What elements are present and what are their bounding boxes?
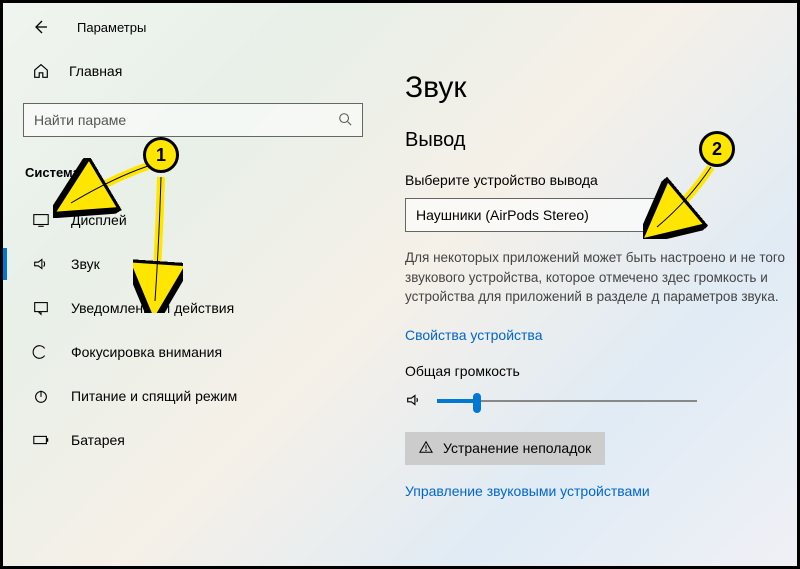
output-device-value: Наушники (AirPods Stereo) xyxy=(416,207,589,223)
sidebar-item-sound[interactable]: Звук xyxy=(23,242,363,286)
power-icon xyxy=(31,386,51,406)
display-icon xyxy=(31,210,51,230)
annotation-marker-2: 2 xyxy=(699,131,735,167)
slider-thumb[interactable] xyxy=(473,393,481,413)
search-box[interactable] xyxy=(23,103,363,137)
page-title: Звук xyxy=(405,71,797,105)
annotation-arrow-1b xyxy=(133,173,183,313)
sidebar: Главная Система Дисплей Звук Уведо xyxy=(3,51,383,566)
content-pane: Звук Вывод Выберите устройство вывода На… xyxy=(383,51,797,566)
sidebar-item-label: Батарея xyxy=(71,432,125,448)
sidebar-home-label: Главная xyxy=(69,63,122,79)
sidebar-item-battery[interactable]: Батарея xyxy=(23,418,363,462)
sidebar-item-label: Звук xyxy=(71,256,100,272)
output-device-dropdown[interactable]: Наушники (AirPods Stereo) xyxy=(405,198,683,232)
annotation-arrow-2 xyxy=(643,161,723,239)
sidebar-item-focus[interactable]: Фокусировка внимания xyxy=(23,330,363,374)
battery-icon xyxy=(31,430,51,450)
manage-devices-link[interactable]: Управление звуковыми устройствами xyxy=(405,483,797,499)
sidebar-item-label: Питание и спящий режим xyxy=(71,388,237,404)
focus-icon xyxy=(31,342,51,362)
notifications-icon xyxy=(31,298,51,318)
output-help-text: Для некоторых приложений может быть наст… xyxy=(405,248,797,307)
warning-icon xyxy=(419,440,433,457)
volume-icon xyxy=(405,391,423,412)
back-arrow-icon xyxy=(32,19,48,35)
annotation-marker-1: 1 xyxy=(143,137,179,173)
header-title: Параметры xyxy=(77,20,146,35)
sidebar-item-power[interactable]: Питание и спящий режим xyxy=(23,374,363,418)
sidebar-item-label: Фокусировка внимания xyxy=(71,344,222,360)
troubleshoot-label: Устранение неполадок xyxy=(443,440,591,456)
window-header: Параметры xyxy=(3,3,797,51)
back-button[interactable] xyxy=(31,18,49,36)
output-section-title: Вывод xyxy=(405,129,797,152)
search-input[interactable] xyxy=(34,112,338,128)
home-icon xyxy=(31,61,51,81)
volume-label: Общая громкость xyxy=(405,363,797,379)
sound-icon xyxy=(31,254,51,274)
volume-slider[interactable] xyxy=(437,391,697,411)
sidebar-home[interactable]: Главная xyxy=(23,51,363,91)
search-icon xyxy=(338,112,352,129)
troubleshoot-button[interactable]: Устранение неполадок xyxy=(405,432,605,465)
output-device-label: Выберите устройство вывода xyxy=(405,172,797,188)
sidebar-item-notifications[interactable]: Уведомления и действия xyxy=(23,286,363,330)
device-properties-link[interactable]: Свойства устройства xyxy=(405,327,797,343)
